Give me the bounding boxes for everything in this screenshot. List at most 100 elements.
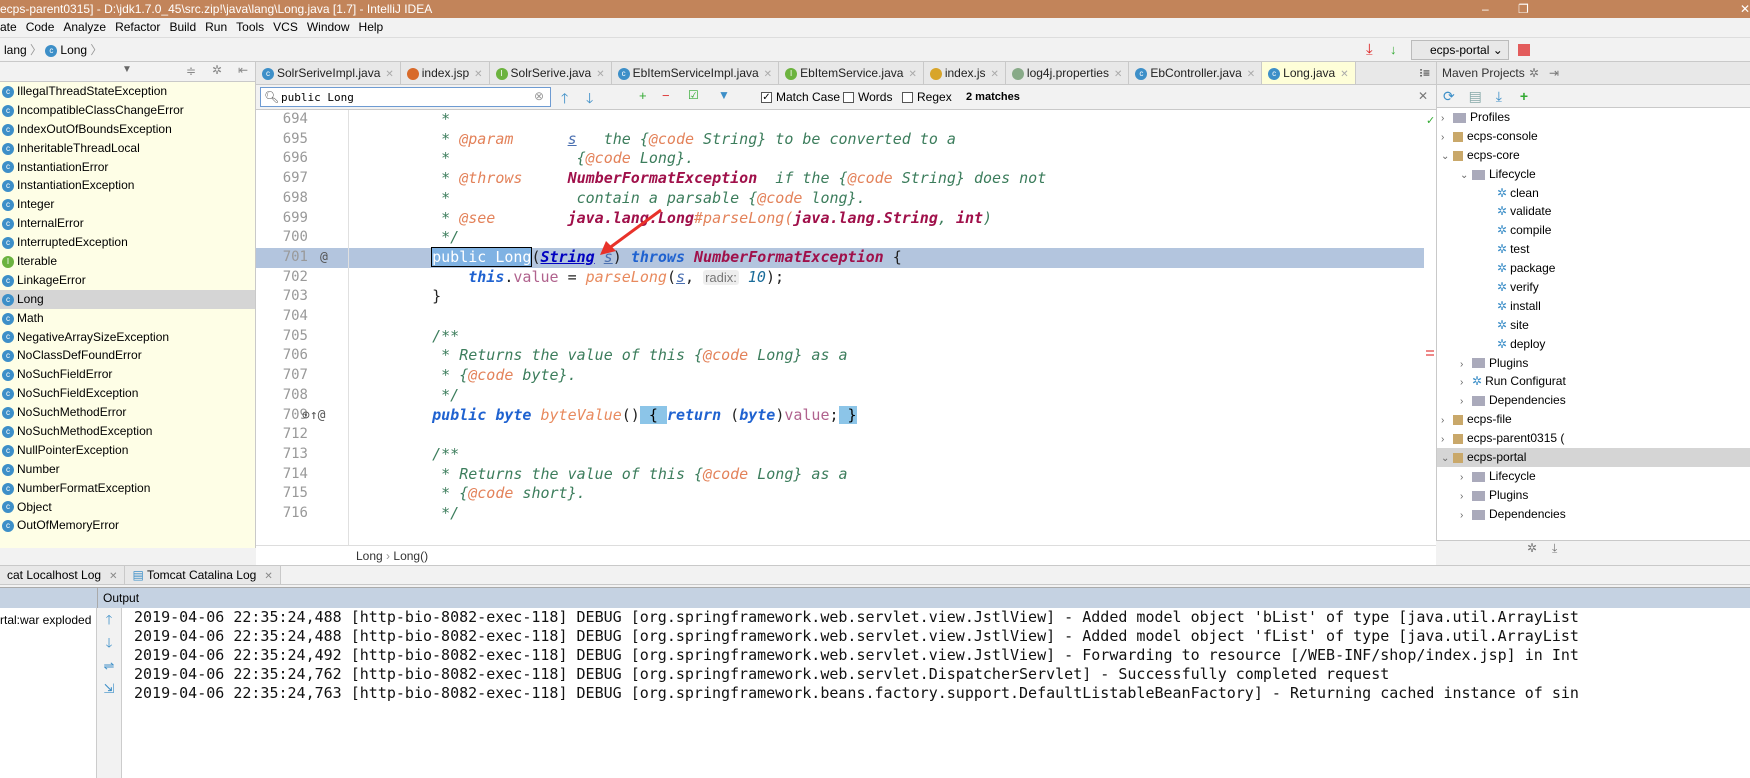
next-match-icon[interactable]: 🡓	[586, 88, 593, 112]
editor-tab[interactable]: c EbController.java ✕	[1129, 62, 1263, 84]
generate-sources-icon[interactable]: ▤	[1469, 88, 1482, 104]
editor-tab[interactable]: I EbItemService.java ✕	[779, 62, 924, 84]
dropdown-icon[interactable]: ▼	[122, 64, 132, 75]
search-input[interactable]	[260, 87, 551, 107]
remove-occurrence-icon[interactable]: −	[662, 88, 670, 103]
class-list-item[interactable]: c InterruptedException	[0, 233, 255, 252]
maven-tree-item[interactable]: ⌄ Lifecycle	[1437, 165, 1750, 184]
menu-item[interactable]: Window	[307, 20, 350, 34]
class-list-item[interactable]: c IncompatibleClassChangeError	[0, 101, 255, 120]
restore-button[interactable]: ❐	[1518, 0, 1529, 18]
editor-tab[interactable]: c EbItemServiceImpl.java ✕	[612, 62, 780, 84]
class-list-item[interactable]: c Math	[0, 309, 255, 328]
menu-item[interactable]: Code	[26, 20, 55, 34]
editor-tab[interactable]: I SolrSerive.java ✕	[490, 62, 612, 84]
add-project-icon[interactable]: +	[1520, 88, 1528, 104]
class-list-item[interactable]: I Iterable	[0, 252, 255, 271]
close-tab-icon[interactable]: ✕	[596, 69, 604, 80]
class-list-item[interactable]: c NoSuchFieldError	[0, 365, 255, 384]
menu-item[interactable]: ate	[0, 20, 17, 34]
maven-tree-item[interactable]: › Dependencies	[1437, 505, 1750, 524]
run-config-select[interactable]: ecps-portal ⌄	[1411, 40, 1509, 60]
maven-tree-item[interactable]: ⌄ ecps-core	[1437, 146, 1750, 165]
close-tab-icon[interactable]: ✕	[908, 69, 916, 80]
maven-tree-item[interactable]: ✲ site	[1437, 316, 1750, 335]
maven-tree-item[interactable]: ⌄ ecps-portal	[1437, 448, 1750, 467]
sort-icon[interactable]: ↓	[1390, 38, 1397, 62]
maven-tree-item[interactable]: › ✲ Run Configurat	[1437, 372, 1750, 391]
class-list-item[interactable]: c InstantiationException	[0, 176, 255, 195]
tab-list-icon[interactable]: ⁝≡	[1413, 62, 1436, 84]
editor-tab[interactable]: log4j.properties ✕	[1006, 62, 1130, 84]
maven-tree-item[interactable]: ✲ clean	[1437, 184, 1750, 203]
down-icon[interactable]: 🡓	[97, 631, 121, 654]
code-area[interactable]: 694 * 695 * @param s the {@code String} t…	[256, 110, 1436, 545]
close-find-icon[interactable]: ✕	[1418, 89, 1428, 103]
class-list-item[interactable]: c Integer	[0, 195, 255, 214]
class-list-item[interactable]: c InstantiationError	[0, 158, 255, 177]
match-case-checkbox[interactable]: ✓ Match Case	[761, 90, 840, 104]
class-list-item[interactable]: c NullPointerException	[0, 441, 255, 460]
menu-item[interactable]: Run	[205, 20, 227, 34]
class-list-item[interactable]: c OutOfMemoryError	[0, 516, 255, 535]
clear-icon[interactable]: ⊗	[534, 89, 544, 103]
gutter-icon[interactable]: @	[320, 248, 328, 268]
gear-icon[interactable]: ✲	[212, 63, 222, 77]
gear-icon[interactable]: ✲	[1527, 541, 1537, 555]
class-list-item[interactable]: c InheritableThreadLocal	[0, 139, 255, 158]
collapse-icon[interactable]: ≑	[186, 64, 196, 78]
log-output[interactable]: 2019-04-06 22:35:24,488 [http-bio-8082-e…	[122, 608, 1750, 778]
words-checkbox[interactable]: Words	[843, 90, 892, 104]
breadcrumb-lang[interactable]: lang	[4, 43, 27, 57]
class-list-item[interactable]: c InternalError	[0, 214, 255, 233]
maven-tree-item[interactable]: › ecps-console	[1437, 127, 1750, 146]
maven-tree-item[interactable]: › Plugins	[1437, 354, 1750, 373]
close-button[interactable]: ✕	[1740, 0, 1750, 18]
select-all-icon[interactable]: ☑	[688, 88, 699, 102]
menu-item[interactable]: Build	[169, 20, 196, 34]
download-icon[interactable]: ⤓	[1366, 38, 1373, 62]
maven-tree-item[interactable]: ✲ verify	[1437, 278, 1750, 297]
maven-tree-item[interactable]: ✲ test	[1437, 240, 1750, 259]
refresh-icon[interactable]: ⟳	[1443, 88, 1455, 104]
menu-item[interactable]: Tools	[236, 20, 264, 34]
hide-icon[interactable]: ⇥	[1549, 62, 1559, 84]
maven-tree-item[interactable]: › Lifecycle	[1437, 467, 1750, 486]
class-list-item[interactable]: c Long	[0, 289, 255, 309]
editor-tab[interactable]: c Long.java ✕	[1262, 62, 1356, 84]
menu-item[interactable]: Help	[359, 20, 384, 34]
class-list-item[interactable]: c LinkageError	[0, 271, 255, 290]
maven-tree-item[interactable]: › ecps-parent0315 (	[1437, 429, 1750, 448]
close-tab-icon[interactable]: ✕	[764, 69, 772, 80]
soft-wrap-icon[interactable]: ⇌	[97, 654, 121, 677]
close-tab-icon[interactable]: ✕	[1114, 69, 1122, 80]
up-icon[interactable]: 🡑	[97, 608, 121, 631]
close-tab-icon[interactable]: ✕	[1340, 69, 1348, 80]
editor-tab[interactable]: index.js ✕	[924, 62, 1006, 84]
menu-item[interactable]: VCS	[273, 20, 298, 34]
close-tab-icon[interactable]: ✕	[1247, 69, 1255, 80]
maven-tree-item[interactable]: ✲ compile	[1437, 221, 1750, 240]
maven-tree-item[interactable]: › ecps-file	[1437, 410, 1750, 429]
class-list-item[interactable]: c NumberFormatException	[0, 479, 255, 498]
menu-item[interactable]: Refactor	[115, 20, 160, 34]
class-list-item[interactable]: c NoSuchMethodException	[0, 422, 255, 441]
class-list-item[interactable]: c NegativeArraySizeException	[0, 328, 255, 347]
close-tab-icon[interactable]: ✕	[385, 69, 393, 80]
maven-tree-item[interactable]: ✲ deploy	[1437, 335, 1750, 354]
class-list-item[interactable]: c Number	[0, 460, 255, 479]
maven-tree-item[interactable]: › Profiles	[1437, 108, 1750, 127]
maven-tree-item[interactable]: › Dependencies	[1437, 391, 1750, 410]
error-stripe-mark[interactable]	[1426, 350, 1434, 356]
chevron-right-icon[interactable]: ›	[1460, 507, 1472, 526]
close-tab-icon[interactable]: ✕	[474, 69, 482, 80]
add-occurrence-icon[interactable]: +	[639, 88, 647, 103]
stop-icon[interactable]	[1518, 44, 1530, 56]
tab-catalina-log[interactable]: ▤ Tomcat Catalina Log ✕	[125, 566, 281, 584]
class-list-item[interactable]: c Object	[0, 498, 255, 517]
filter-icon[interactable]: ▼	[718, 88, 730, 102]
deployment-item[interactable]: rtal:war exploded	[0, 613, 96, 627]
editor-tab[interactable]: index.jsp ✕	[401, 62, 490, 84]
menu-item[interactable]: Analyze	[63, 20, 106, 34]
breadcrumb-class[interactable]: Long	[356, 549, 383, 563]
